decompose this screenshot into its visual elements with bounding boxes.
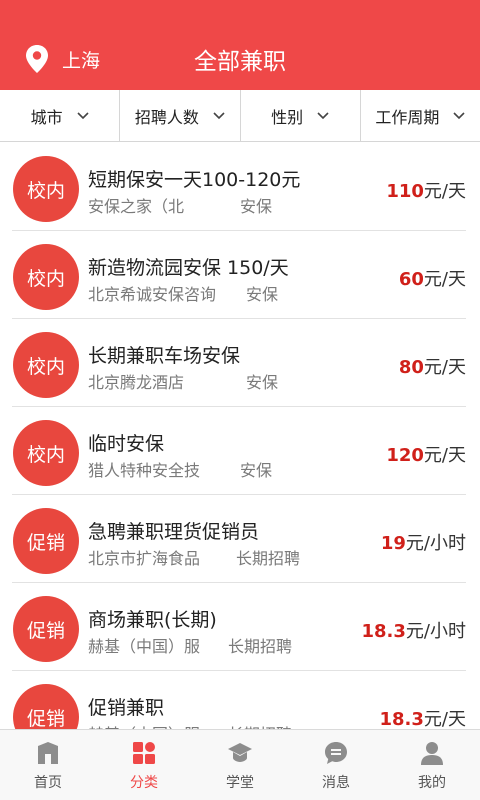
pay-amount: 60 bbox=[398, 269, 424, 290]
job-category: 安保 bbox=[240, 197, 273, 216]
filter-city[interactable]: 城市 bbox=[0, 90, 121, 141]
filter-label: 工作周期 bbox=[375, 107, 440, 127]
job-list-item[interactable]: 促销 促销兼职 赫基（中国）服 长期招聘 18.3元/天 bbox=[0, 671, 480, 729]
user-icon bbox=[421, 742, 443, 765]
pay-unit: 元/天 bbox=[423, 181, 466, 202]
home-icon bbox=[38, 742, 58, 764]
pay-unit: 元/天 bbox=[423, 445, 466, 466]
category-icon bbox=[133, 742, 155, 764]
job-list-item[interactable]: 校内 短期保安一天100-120元 安保之家（北 安保 110元/天 bbox=[0, 143, 480, 231]
company-name: 赫基（中国）服 bbox=[88, 637, 201, 656]
tab-label: 首页 bbox=[34, 775, 62, 791]
job-type-badge: 促销 bbox=[13, 596, 79, 662]
pay-unit: 元/小时 bbox=[405, 533, 466, 554]
job-type-badge: 促销 bbox=[13, 684, 79, 729]
pay-amount: 110 bbox=[386, 181, 424, 202]
job-category: 长期招聘 bbox=[236, 549, 301, 568]
filter-label: 性别 bbox=[271, 107, 304, 127]
job-title: 急聘兼职理货促销员 bbox=[88, 521, 260, 543]
page-title: 全部兼职 bbox=[194, 49, 286, 75]
job-type-badge: 校内 bbox=[13, 156, 79, 222]
message-icon bbox=[325, 742, 347, 764]
company-name: 猎人特种安全技 bbox=[88, 461, 201, 480]
tab-label: 分类 bbox=[130, 775, 158, 791]
filter-label: 城市 bbox=[30, 107, 63, 127]
job-title: 短期保安一天100-120元 bbox=[88, 169, 301, 191]
pay-unit: 元/天 bbox=[423, 269, 466, 290]
chevron-down-icon bbox=[77, 111, 89, 119]
company-name: 北京腾龙酒店 bbox=[88, 373, 185, 392]
job-list-item[interactable]: 校内 新造物流园安保 150/天 北京希诚安保咨询 安保 60元/天 bbox=[0, 231, 480, 319]
filter-period[interactable]: 工作周期 bbox=[361, 90, 480, 141]
job-list[interactable]: 校内 短期保安一天100-120元 安保之家（北 安保 110元/天 校内 新造… bbox=[0, 143, 480, 729]
chevron-down-icon bbox=[213, 111, 225, 119]
job-title: 商场兼职(长期) bbox=[88, 609, 217, 631]
chevron-down-icon bbox=[453, 111, 465, 119]
job-category: 安保 bbox=[246, 373, 279, 392]
pay-unit: 元/天 bbox=[423, 709, 466, 729]
pay-amount: 80 bbox=[398, 357, 424, 378]
tab-profile[interactable]: 我的 bbox=[384, 730, 480, 800]
pay-amount: 18.3 bbox=[379, 709, 424, 729]
job-category: 安保 bbox=[240, 461, 273, 480]
job-type-badge: 校内 bbox=[13, 244, 79, 310]
job-title: 长期兼职车场安保 bbox=[88, 345, 241, 367]
app-header: 上海 全部兼职 bbox=[0, 0, 480, 90]
pay-amount: 120 bbox=[386, 445, 424, 466]
tab-category[interactable]: 分类 bbox=[96, 730, 192, 800]
pay-unit: 元/天 bbox=[423, 357, 466, 378]
job-category: 安保 bbox=[246, 285, 279, 304]
tab-home[interactable]: 首页 bbox=[0, 730, 96, 800]
graduation-cap-icon bbox=[228, 743, 252, 762]
job-list-item[interactable]: 促销 急聘兼职理货促销员 北京市扩海食品 长期招聘 19元/小时 bbox=[0, 495, 480, 583]
job-list-item[interactable]: 校内 长期兼职车场安保 北京腾龙酒店 安保 80元/天 bbox=[0, 319, 480, 407]
filter-label: 招聘人数 bbox=[134, 107, 199, 127]
job-list-item[interactable]: 校内 临时安保 猎人特种安全技 安保 120元/天 bbox=[0, 407, 480, 495]
job-title: 新造物流园安保 150/天 bbox=[88, 257, 289, 279]
tab-messages[interactable]: 消息 bbox=[288, 730, 384, 800]
tab-label: 消息 bbox=[322, 775, 350, 791]
job-pay: 18.3元/小时 bbox=[362, 617, 467, 643]
pay-amount: 19 bbox=[380, 533, 406, 554]
job-pay: 18.3元/天 bbox=[380, 705, 467, 729]
job-title: 临时安保 bbox=[88, 433, 165, 455]
company-name: 北京市扩海食品 bbox=[88, 549, 201, 568]
pay-unit: 元/小时 bbox=[405, 621, 466, 642]
job-pay: 19元/小时 bbox=[381, 529, 466, 555]
job-category: 长期招聘 bbox=[228, 721, 292, 729]
bottom-tab-bar: 首页 分类 学堂 消息 我的 bbox=[0, 729, 480, 800]
job-pay: 60元/天 bbox=[399, 265, 466, 291]
filter-bar: 城市 招聘人数 性别 工作周期 bbox=[0, 90, 480, 142]
tab-label: 学堂 bbox=[226, 775, 254, 791]
job-pay: 120元/天 bbox=[386, 441, 466, 467]
tab-school[interactable]: 学堂 bbox=[192, 730, 288, 800]
job-title: 促销兼职 bbox=[88, 697, 165, 719]
job-type-badge: 校内 bbox=[13, 332, 79, 398]
filter-gender[interactable]: 性别 bbox=[241, 90, 361, 141]
company-name: 安保之家（北 bbox=[88, 197, 185, 216]
job-type-badge: 校内 bbox=[13, 420, 79, 486]
pay-amount: 18.3 bbox=[361, 621, 406, 642]
job-category: 长期招聘 bbox=[228, 637, 293, 656]
job-list-item[interactable]: 促销 商场兼职(长期) 赫基（中国）服 长期招聘 18.3元/小时 bbox=[0, 583, 480, 671]
job-pay: 110元/天 bbox=[386, 177, 466, 203]
job-pay: 80元/天 bbox=[399, 353, 466, 379]
job-type-badge: 促销 bbox=[13, 508, 79, 574]
company-name: 北京希诚安保咨询 bbox=[88, 285, 217, 304]
filter-headcount[interactable]: 招聘人数 bbox=[120, 90, 241, 141]
company-name: 赫基（中国）服 bbox=[88, 721, 200, 729]
tab-label: 我的 bbox=[418, 775, 446, 791]
chevron-down-icon bbox=[317, 111, 329, 119]
